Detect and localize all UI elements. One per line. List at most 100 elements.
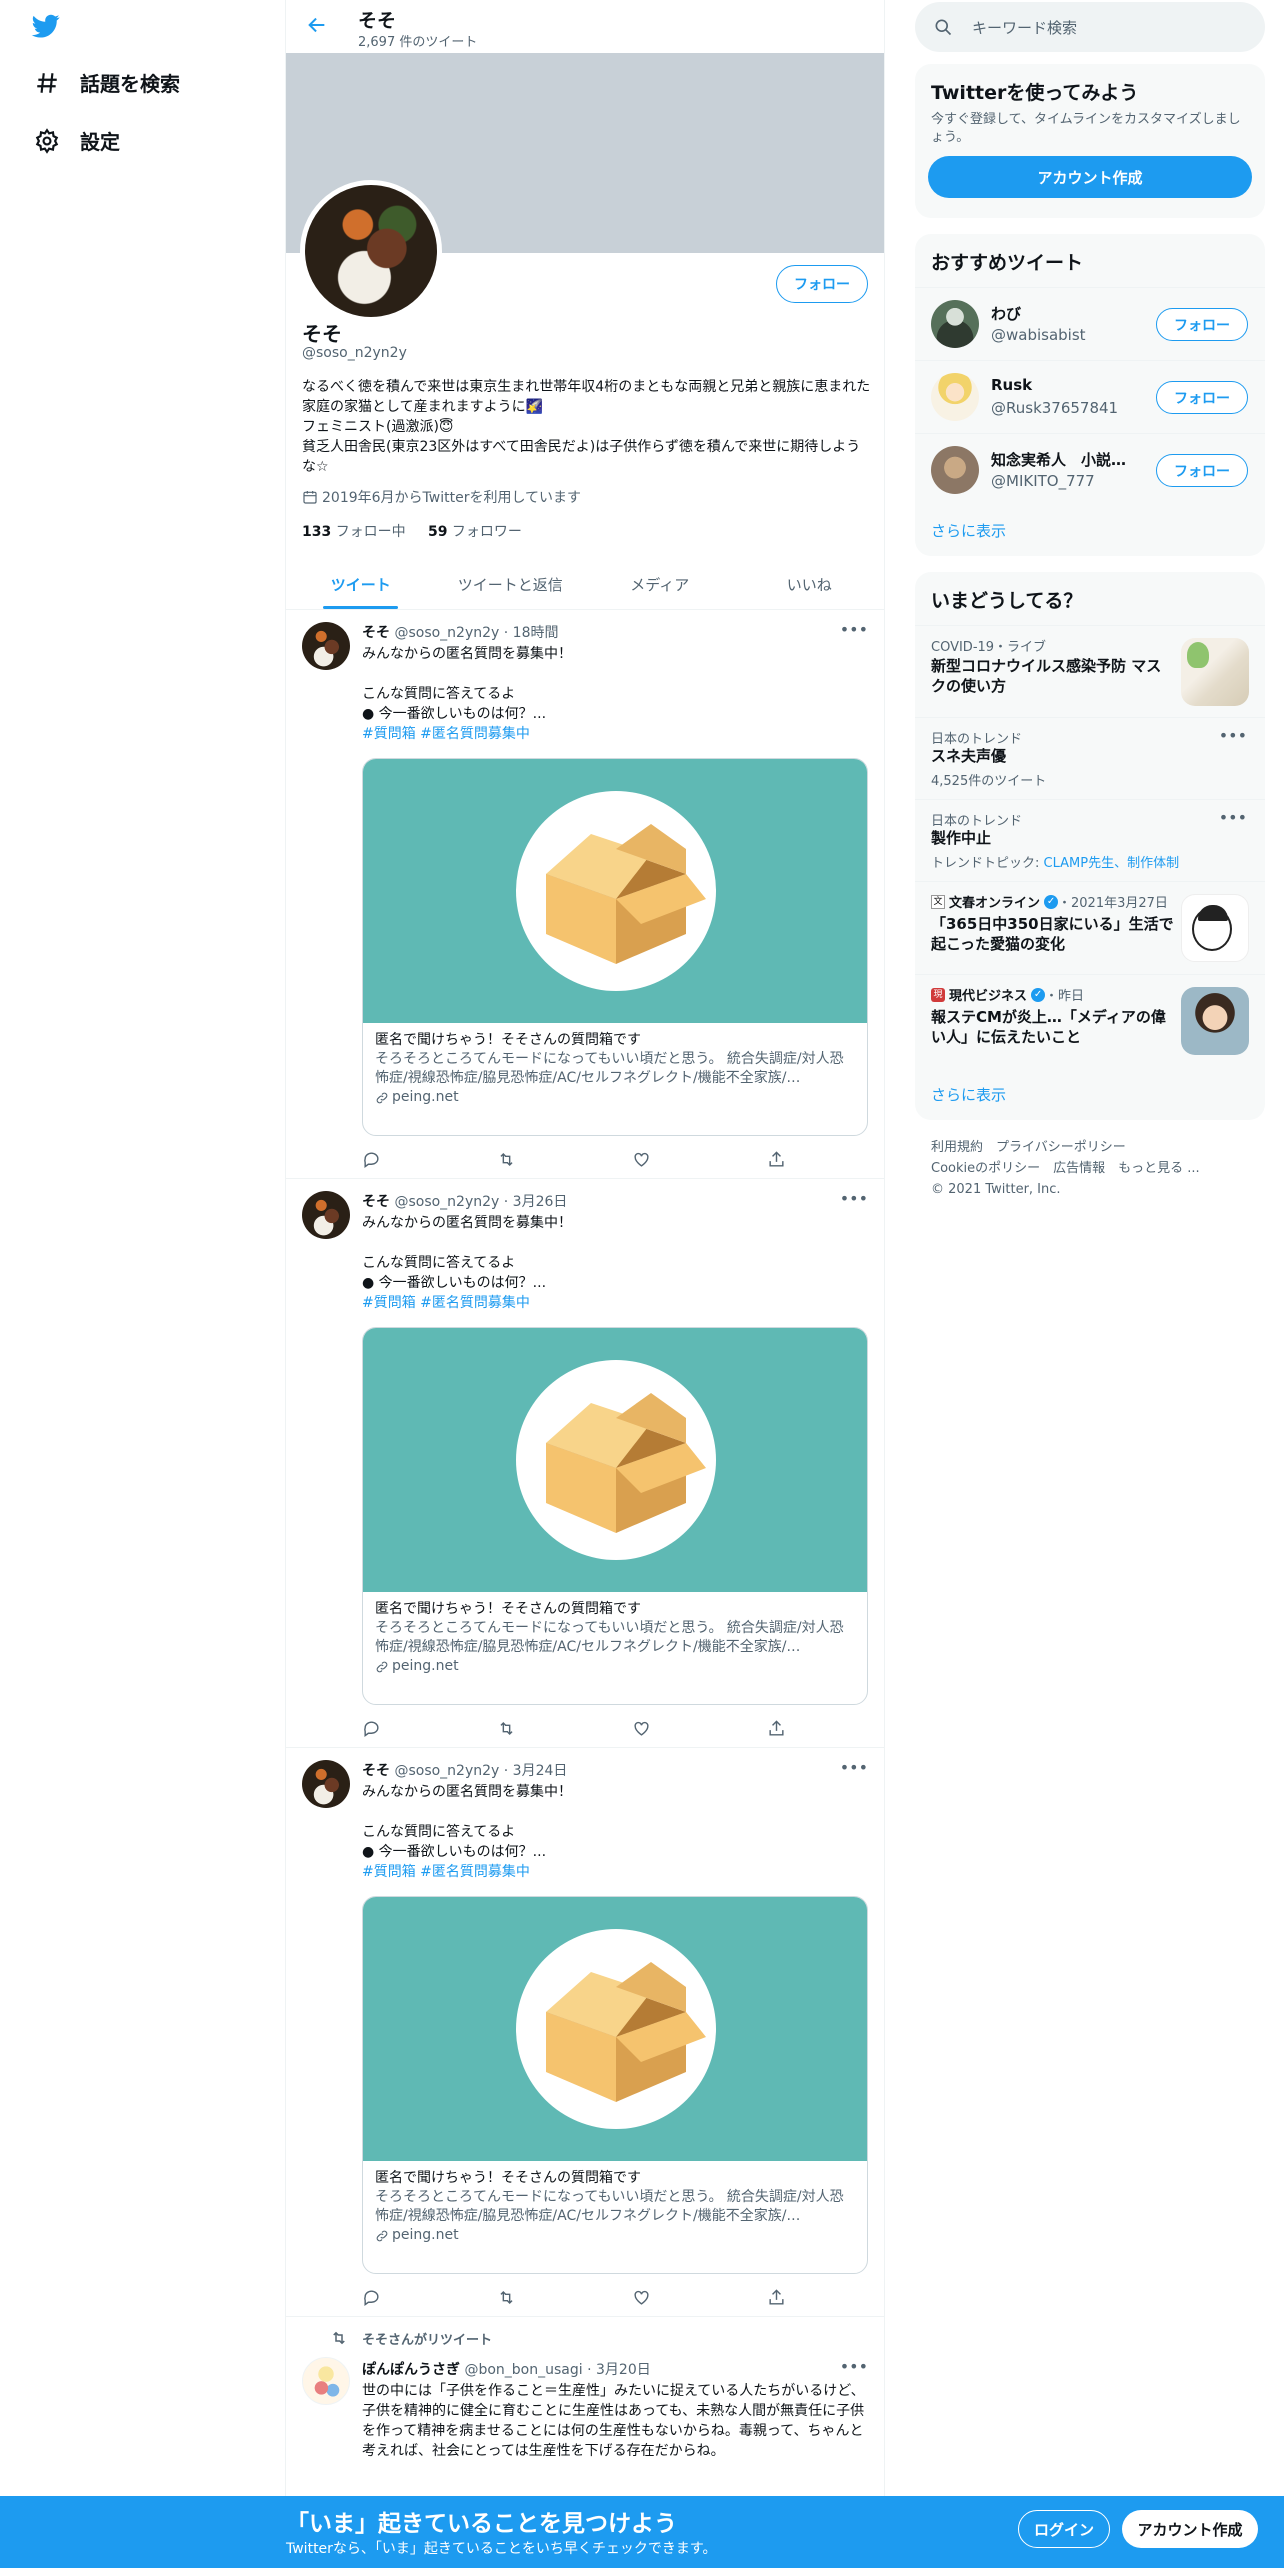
more-icon[interactable]: ••• — [840, 620, 868, 639]
footer-line[interactable]: Cookieのポリシー 広告情報 もっと見る ... — [931, 1158, 1261, 1179]
recommended-user[interactable]: Rusk @Rusk37657841 フォロー — [915, 360, 1265, 433]
recommended-user-handle[interactable]: @wabisabist — [991, 326, 1086, 344]
signup-button[interactable]: アカウント作成 — [1122, 2510, 1258, 2548]
trend-meta: 日本のトレンド — [931, 814, 1023, 829]
link-icon — [376, 1661, 388, 1672]
retweet-icon[interactable] — [497, 1719, 516, 1738]
twitter-logo-icon[interactable] — [30, 12, 62, 40]
card-body: 匿名で聞けちゃう！そそさんの質問箱です そろそろところてんモードになってもいい頃… — [375, 1600, 857, 1676]
trend-title: スネ夫声優 — [931, 747, 1007, 765]
link-card[interactable]: 匿名で聞けちゃう！そそさんの質問箱です そろそろところてんモードになってもいい頃… — [362, 1327, 868, 1705]
tab-tweets[interactable]: ツイート — [286, 560, 436, 609]
tweet-avatar[interactable] — [302, 2357, 350, 2405]
reply-icon[interactable] — [362, 1150, 381, 1169]
followers-link[interactable]: 59 フォロワー — [428, 524, 522, 540]
link-card[interactable]: 匿名で聞けちゃう！そそさんの質問箱です そろそろところてんモードになってもいい頃… — [362, 758, 868, 1136]
more-icon[interactable]: ••• — [1219, 726, 1247, 745]
more-icon[interactable]: ••• — [1219, 808, 1247, 827]
share-icon[interactable] — [767, 2288, 786, 2307]
following-link[interactable]: 133 フォロー中 — [302, 524, 406, 540]
recommended-user-name[interactable]: わび — [991, 303, 1141, 324]
tweet-avatar[interactable] — [302, 1191, 350, 1239]
follow-button[interactable]: フォロー — [1156, 308, 1248, 341]
tweet-author-handle[interactable]: @bon_bon_usagi — [464, 2362, 582, 2378]
trend-topics-link[interactable]: CLAMP先生、制作体制 — [1044, 856, 1180, 871]
nav-settings[interactable]: 設定 — [34, 126, 120, 155]
recommended-user-name[interactable]: 知念実希人 小説家... — [991, 449, 1141, 470]
tweet-author-handle[interactable]: @soso_n2yn2y — [394, 1763, 499, 1779]
card-description: そろそろところてんモードになってもいい頃だと思う。 統合失調症/対人恐怖症/視線… — [375, 1620, 844, 1655]
retweet-icon[interactable] — [497, 2288, 516, 2307]
tweet[interactable]: そそ @soso_n2yn2y · 18時間 ••• みんなからの匿名質問を募集… — [286, 610, 884, 1179]
retweet-label[interactable]: そそさんがリツイート — [362, 2329, 492, 2348]
recommended-user[interactable]: 知念実希人 小説家... @MIKITO_777 フォロー — [915, 433, 1265, 506]
reply-icon[interactable] — [362, 2288, 381, 2307]
recommended-user[interactable]: わび @wabisabist フォロー — [915, 287, 1265, 360]
tab-likes[interactable]: いいね — [735, 560, 885, 609]
recommended-user-handle[interactable]: @MIKITO_777 — [991, 472, 1095, 490]
follow-button[interactable]: フォロー — [1156, 454, 1248, 487]
tab-media[interactable]: メディア — [585, 560, 735, 609]
back-arrow-icon[interactable] — [306, 14, 328, 36]
reply-icon[interactable] — [362, 1719, 381, 1738]
avatar[interactable] — [931, 300, 979, 348]
trend-news-item[interactable]: 現 現代ビジネス ✓ ・昨日 報ステCMが炎上…「メディアの偉 い人」に伝えたいこ… — [915, 974, 1265, 1069]
create-account-button[interactable]: アカウント作成 — [928, 156, 1252, 198]
like-icon[interactable] — [632, 1150, 651, 1169]
tweet-time[interactable]: 3月20日 — [596, 2362, 651, 2378]
tweet[interactable]: そそ @soso_n2yn2y · 3月24日 ••• みんなからの匿名質問を募… — [286, 1748, 884, 2317]
footer-line[interactable]: 利用規約 プライバシーポリシー — [931, 1137, 1261, 1158]
signup-panel: Twitterを使ってみよう 今すぐ登録して、タイムラインをカスタマイズしましょ… — [915, 64, 1265, 218]
profile-avatar[interactable] — [300, 180, 442, 322]
tweet-author-handle[interactable]: @soso_n2yn2y — [394, 1194, 499, 1210]
share-icon[interactable] — [767, 1150, 786, 1169]
tweet-author-name[interactable]: そそ — [362, 1194, 390, 1210]
tweet-author-name[interactable]: そそ — [362, 625, 390, 641]
login-button[interactable]: ログイン — [1018, 2510, 1110, 2548]
tab-tweets-replies[interactable]: ツイートと返信 — [436, 560, 586, 609]
card-image — [363, 1328, 867, 1592]
tweet-actions — [362, 1719, 802, 1739]
tweet-author-name[interactable]: そそ — [362, 1763, 390, 1779]
like-icon[interactable] — [632, 2288, 651, 2307]
trend-item[interactable]: 日本のトレンド ••• スネ夫声優 4,525件のツイート — [915, 717, 1265, 799]
card-body: 匿名で聞けちゃう！そそさんの質問箱です そろそろところてんモードになってもいい頃… — [375, 2169, 857, 2245]
link-card[interactable]: 匿名で聞けちゃう！そそさんの質問箱です そろそろところてんモードになってもいい頃… — [362, 1896, 868, 2274]
tweet-avatar[interactable] — [302, 622, 350, 670]
follow-button[interactable]: フォロー — [1156, 381, 1248, 414]
tweet-author-handle[interactable]: @soso_n2yn2y — [394, 625, 499, 641]
more-icon[interactable]: ••• — [840, 2357, 868, 2376]
tweet[interactable]: そそ @soso_n2yn2y · 3月26日 ••• みんなからの匿名質問を募… — [286, 1179, 884, 1748]
show-more-link[interactable]: さらに表示 — [931, 520, 1006, 541]
nav-explore[interactable]: 話題を検索 — [34, 68, 180, 97]
card-domain: peing.net — [375, 2226, 857, 2245]
avatar[interactable] — [931, 373, 979, 421]
retweet-icon[interactable] — [497, 1150, 516, 1169]
search-box[interactable]: キーワード検索 — [915, 2, 1265, 52]
profile-follow-button[interactable]: フォロー — [776, 265, 868, 303]
more-icon[interactable]: ••• — [840, 1758, 868, 1777]
avatar[interactable] — [931, 446, 979, 494]
tweet-time[interactable]: 18時間 — [513, 625, 559, 641]
recommended-user-name[interactable]: Rusk — [991, 376, 1141, 394]
tweet-time[interactable]: 3月26日 — [513, 1194, 568, 1210]
retweet-icon — [333, 2331, 345, 2345]
retweeted-tweet[interactable]: そそさんがリツイート ぽんぽんうさぎ @bon_bon_usagi · 3月20… — [286, 2317, 884, 2497]
tweet-author-name[interactable]: ぽんぽんうさぎ — [362, 2362, 460, 2378]
show-more-link[interactable]: さらに表示 — [931, 1084, 1006, 1105]
recommended-user-handle[interactable]: @Rusk37657841 — [991, 399, 1118, 417]
tweet-avatar[interactable] — [302, 1760, 350, 1808]
news-source: 文春オンライン — [949, 896, 1041, 911]
tweet-header: ぽんぽんうさぎ @bon_bon_usagi · 3月20日 — [362, 2362, 651, 2378]
tweet-time[interactable]: 3月24日 — [513, 1763, 568, 1779]
like-icon[interactable] — [632, 1719, 651, 1738]
tweet-hashtags[interactable]: #質問箱 #匿名質問募集中 — [362, 1862, 862, 1882]
trend-news-item[interactable]: 文 文春オンライン ✓ ・2021年3月27日 「365日中350日家にいる」生… — [915, 881, 1265, 974]
trend-item[interactable]: COVID-19・ライブ 新型コロナウイルス感染予防 マス クの使い方 — [915, 625, 1265, 717]
trend-item[interactable]: 日本のトレンド ••• 製作中止 トレンドトピック: CLAMP先生、制作体制 — [915, 799, 1265, 881]
more-icon[interactable]: ••• — [840, 1189, 868, 1208]
tweet-hashtags[interactable]: #質問箱 #匿名質問募集中 — [362, 724, 862, 744]
share-icon[interactable] — [767, 1719, 786, 1738]
tweet-hashtags[interactable]: #質問箱 #匿名質問募集中 — [362, 1293, 862, 1313]
header-name: そそ — [358, 10, 397, 32]
